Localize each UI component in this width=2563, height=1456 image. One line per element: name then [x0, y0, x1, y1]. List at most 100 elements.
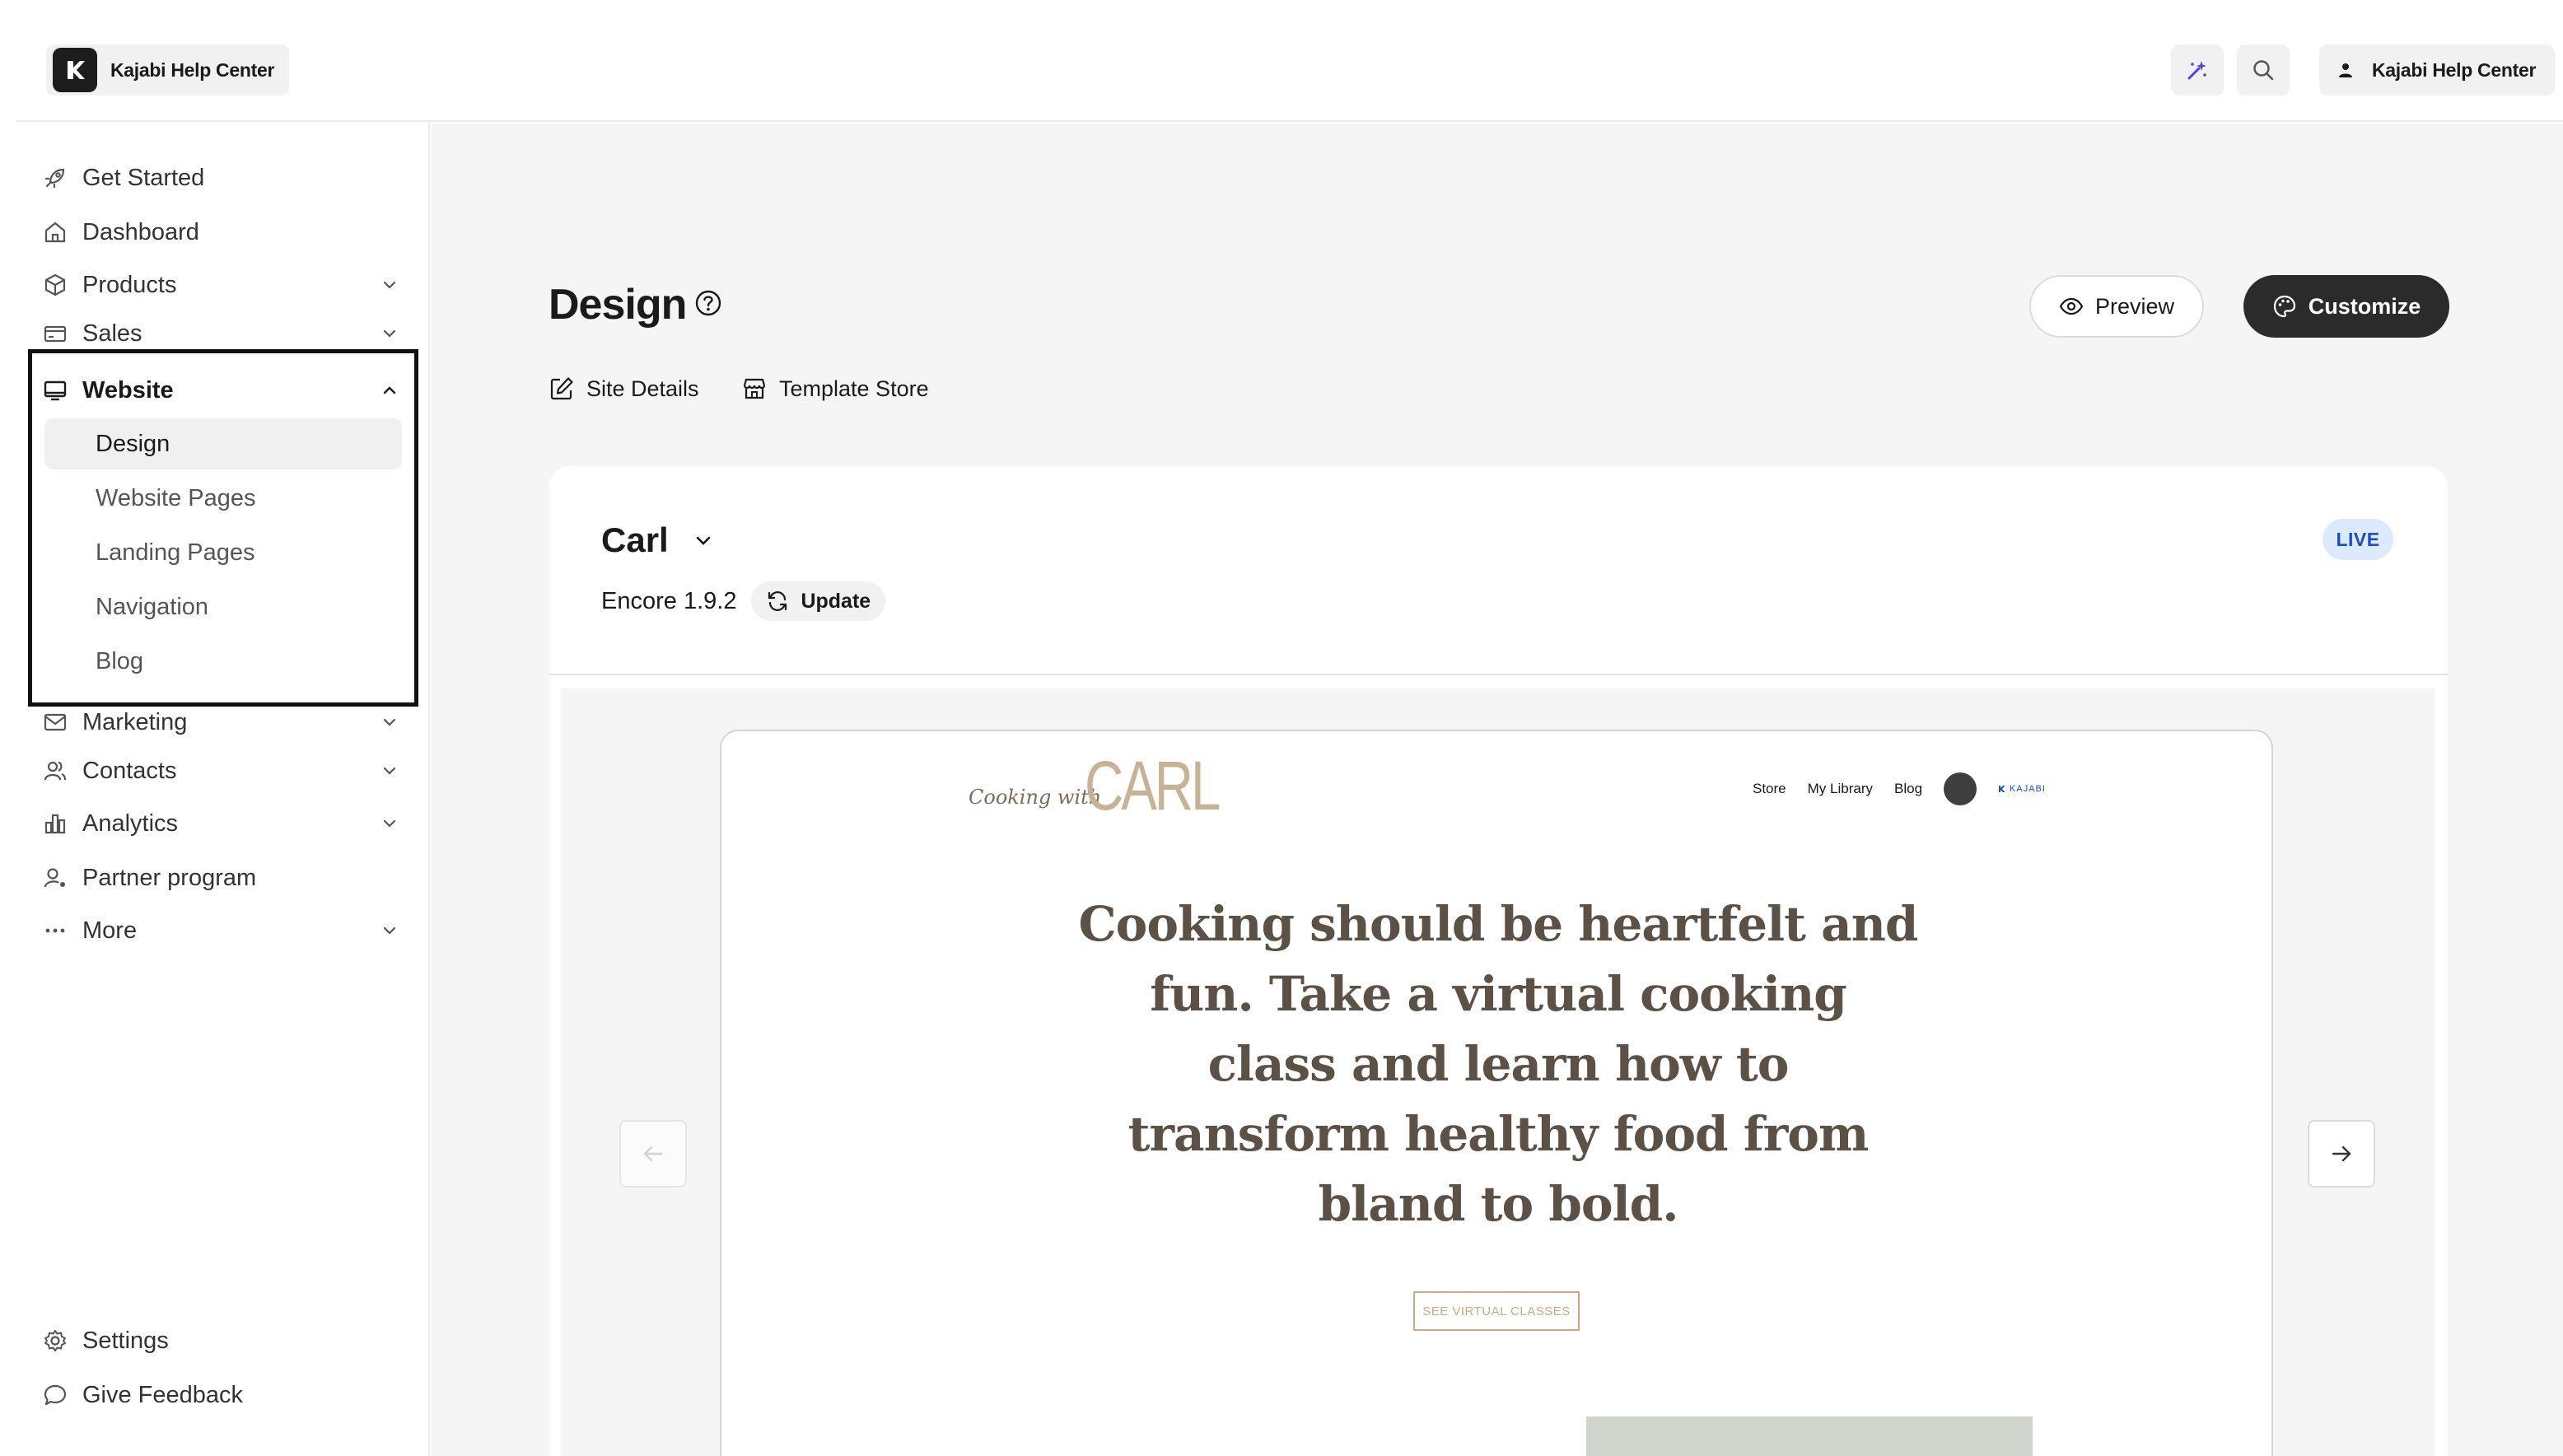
- refresh-icon: [768, 591, 787, 611]
- store-icon: [743, 378, 766, 399]
- brand-name: Kajabi Help Center: [110, 58, 275, 81]
- search-button[interactable]: [2237, 44, 2290, 96]
- tab-label: Template Store: [779, 376, 929, 401]
- sidebar-item-dashboard[interactable]: Dashboard: [41, 208, 404, 257]
- site-nav-store: Store: [1753, 781, 1786, 796]
- see-virtual-classes-button: SEE VIRTUAL CLASSES: [1413, 1291, 1580, 1331]
- sidebar-item-contacts[interactable]: Contacts: [41, 746, 404, 796]
- sidebar-item-label: Give Feedback: [82, 1381, 244, 1408]
- sidebar-item-label: Settings: [82, 1327, 169, 1354]
- sidebar-item-label: Analytics: [82, 810, 179, 837]
- highlight-box: [28, 349, 418, 707]
- tab-site-details[interactable]: Site Details: [549, 376, 699, 402]
- kajabi-logo-icon: [53, 48, 97, 92]
- account-menu-button[interactable]: Kajabi Help Center: [2319, 44, 2555, 96]
- next-arrow-button[interactable]: [2308, 1120, 2375, 1188]
- chat-bubble-icon: [41, 1381, 69, 1409]
- ai-assistant-button[interactable]: [2171, 44, 2224, 96]
- sidebar: Get Started Dashboard Products Sales Web…: [16, 122, 430, 1456]
- home-icon: [41, 218, 69, 246]
- search-icon: [2253, 60, 2274, 81]
- preview-label: Preview: [2094, 293, 2175, 319]
- previous-arrow-button[interactable]: [619, 1120, 687, 1188]
- theme-card: Carl Encore 1.9.2 Update LIVE Cooking wi…: [549, 466, 2448, 1456]
- update-label: Update: [801, 589, 871, 613]
- sidebar-item-label: Get Started: [82, 164, 205, 191]
- sidebar-item-label: Products: [82, 271, 177, 298]
- tab-label: Site Details: [586, 376, 699, 401]
- site-logo: Cooking with CARL: [969, 751, 1256, 820]
- sidebar-item-partner-program[interactable]: Partner program: [41, 853, 404, 903]
- arrow-right-icon: [2332, 1146, 2351, 1162]
- hero-text-line: class and learn how to: [1207, 1036, 1790, 1092]
- kajabi-mark-icon: [1999, 786, 2005, 792]
- sidebar-item-products[interactable]: Products: [41, 260, 404, 310]
- arrow-left-icon: [643, 1146, 663, 1162]
- chevron-down-icon[interactable]: [376, 757, 404, 785]
- theme-selector[interactable]: Carl: [601, 520, 713, 560]
- theme-version: Encore 1.9.2: [601, 587, 737, 614]
- chevron-down-icon[interactable]: [376, 708, 404, 736]
- customize-label: Customize: [2308, 293, 2421, 319]
- site-nav: Store My Library Blog KAJABI: [1753, 772, 2046, 805]
- chevron-down-icon[interactable]: [376, 917, 404, 945]
- avatar: [1944, 772, 1977, 805]
- sidebar-item-label: Partner program: [82, 864, 257, 891]
- top-bar: Kajabi Help Center Kajabi Help Center: [16, 0, 2563, 122]
- hero-text-line: bland to bold.: [1318, 1176, 1679, 1232]
- palette-icon: [2273, 295, 2295, 318]
- tab-template-store[interactable]: Template Store: [741, 376, 929, 402]
- divider: [549, 674, 2448, 675]
- sidebar-item-analytics[interactable]: Analytics: [41, 799, 404, 848]
- sidebar-item-label: Dashboard: [82, 218, 199, 245]
- hero-image: [1586, 1416, 2033, 1456]
- brand-home-link[interactable]: Kajabi Help Center: [46, 44, 290, 96]
- partner-icon: [41, 864, 69, 892]
- chevron-down-icon[interactable]: [376, 320, 404, 348]
- hero-text-line: Cooking should be heartfelt and: [1078, 896, 1919, 952]
- customize-button[interactable]: Customize: [2243, 275, 2449, 338]
- chevron-down-icon[interactable]: [376, 271, 404, 299]
- help-circle-icon[interactable]: [693, 288, 723, 318]
- update-button[interactable]: Update: [751, 581, 886, 621]
- kajabi-badge: KAJABI: [1998, 784, 2046, 794]
- gear-icon: [41, 1327, 69, 1355]
- credit-card-icon: [41, 320, 69, 348]
- chevron-down-icon[interactable]: [376, 810, 404, 838]
- sidebar-item-label: More: [82, 917, 138, 944]
- ellipsis-icon: [41, 917, 69, 945]
- sparkle-wand-icon: [2187, 61, 2206, 80]
- sidebar-item-get-started[interactable]: Get Started: [41, 153, 404, 203]
- rocket-icon: [41, 164, 69, 192]
- box-icon: [41, 271, 69, 299]
- sidebar-item-label: Marketing: [82, 708, 188, 735]
- sidebar-item-settings[interactable]: Settings: [41, 1316, 404, 1365]
- chevron-down-icon: [696, 536, 711, 545]
- site-logo-text: CARL: [1085, 747, 1221, 824]
- sidebar-item-marketing[interactable]: Marketing: [41, 703, 404, 741]
- page-title: Design: [549, 281, 687, 329]
- account-label: Kajabi Help Center: [2372, 58, 2537, 81]
- bar-chart-icon: [41, 810, 69, 838]
- site-preview-frame[interactable]: Cooking with CARL Store My Library Blog …: [720, 730, 2273, 1456]
- user-icon: [2334, 58, 2357, 82]
- hero-text-line: fun. Take a virtual cooking: [1150, 966, 1847, 1022]
- site-nav-blog: Blog: [1894, 781, 1923, 796]
- mail-icon: [41, 708, 69, 736]
- eye-icon: [2059, 297, 2084, 315]
- hero-text-line: transform healthy food from: [1127, 1106, 1870, 1162]
- main-content: Design Preview Customize Site Details Te…: [432, 124, 2563, 1456]
- sidebar-item-sales[interactable]: Sales: [41, 313, 404, 354]
- site-nav-library: My Library: [1807, 781, 1873, 796]
- site-logo-script: Cooking with: [969, 786, 1102, 809]
- sidebar-item-more[interactable]: More: [41, 906, 404, 955]
- users-icon: [41, 757, 69, 785]
- theme-name: Carl: [601, 520, 669, 559]
- site-preview-area: Cooking with CARL Store My Library Blog …: [562, 688, 2435, 1456]
- theme-meta: Encore 1.9.2 Update: [601, 581, 886, 621]
- preview-button[interactable]: Preview: [2029, 275, 2204, 338]
- kajabi-text: KAJABI: [2010, 784, 2046, 794]
- edit-icon: [550, 377, 573, 400]
- status-badge: LIVE: [2323, 519, 2393, 560]
- sidebar-item-give-feedback[interactable]: Give Feedback: [41, 1370, 404, 1420]
